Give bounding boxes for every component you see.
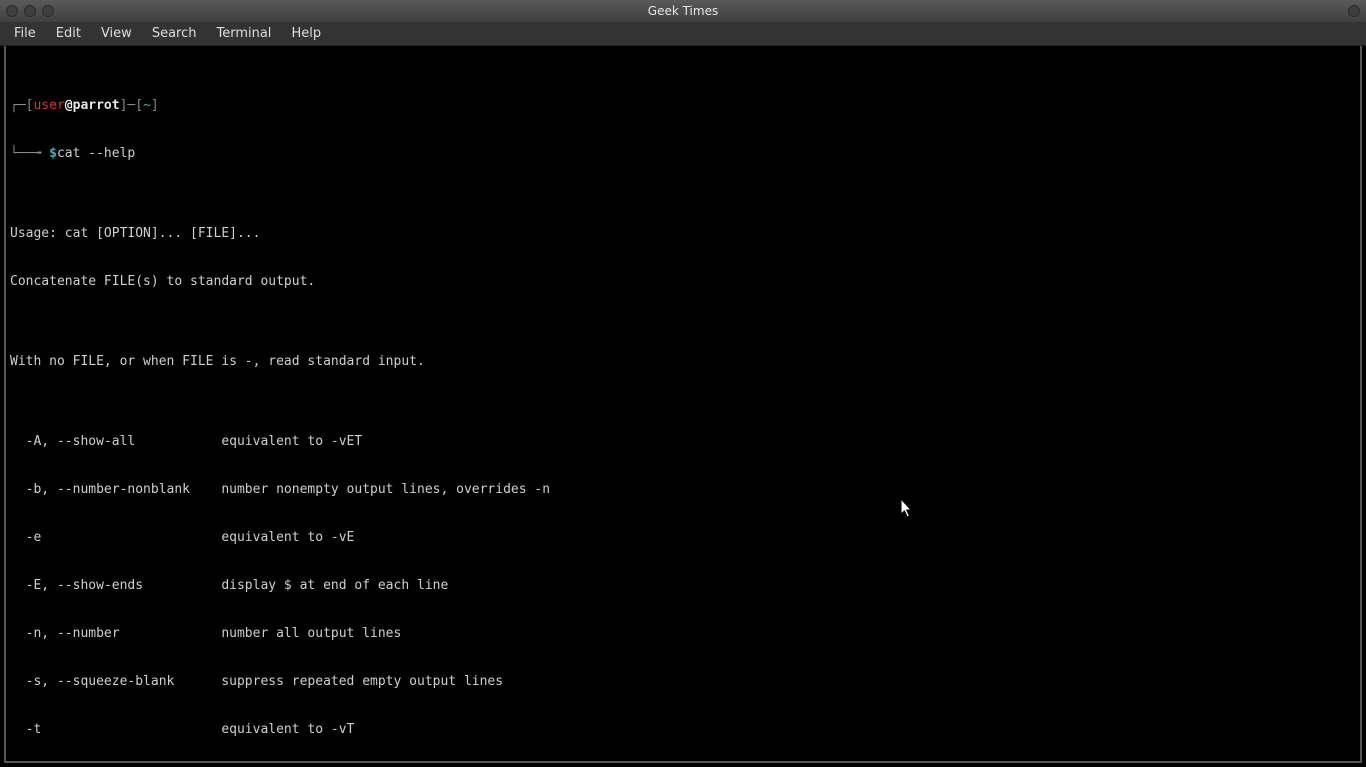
prompt-line-1: ┌─[user@parrot]─[~] [10, 98, 1356, 114]
output-line: -t equivalent to -vT [10, 722, 1356, 738]
window-minimize-button[interactable] [24, 5, 36, 17]
terminal-window: Geek Times File Edit View Search Termina… [0, 0, 1366, 767]
menu-view[interactable]: View [91, 24, 142, 43]
window-buttons-left [0, 5, 54, 17]
menu-edit[interactable]: Edit [46, 24, 91, 43]
prompt-at-1: @ [65, 98, 73, 113]
prompt-arrow-1: └──╼ [10, 146, 49, 161]
output-line: -s, --squeeze-blank suppress repeated em… [10, 674, 1356, 690]
mouse-cursor-icon [900, 498, 916, 520]
menu-terminal[interactable]: Terminal [206, 24, 281, 43]
prompt-user-1: user [33, 98, 64, 113]
prompt-line-2: └──╼ $cat --help [10, 146, 1356, 162]
menu-file[interactable]: File [4, 24, 46, 43]
output-line: -A, --show-all equivalent to -vET [10, 434, 1356, 450]
window-title: Geek Times [0, 4, 1366, 18]
prompt-bracket-end-1: ] [151, 98, 159, 113]
output-line: -E, --show-ends display $ at end of each… [10, 578, 1356, 594]
window-extra-button[interactable] [1348, 5, 1360, 17]
output-line: With no FILE, or when FILE is -, read st… [10, 354, 1356, 370]
titlebar[interactable]: Geek Times [0, 0, 1366, 22]
prompt-bracket-mid-1: ]─[ [120, 98, 143, 113]
window-maximize-button[interactable] [42, 5, 54, 17]
prompt-cwd-1: ~ [143, 98, 151, 113]
menu-search[interactable]: Search [142, 24, 207, 43]
output-line: -n, --number number all output lines [10, 626, 1356, 642]
window-close-button[interactable] [6, 5, 18, 17]
prompt-dollar-1: $ [49, 146, 57, 161]
output-line: -b, --number-nonblank number nonempty ou… [10, 482, 1356, 498]
output-line: Concatenate FILE(s) to standard output. [10, 274, 1356, 290]
menu-help[interactable]: Help [281, 24, 331, 43]
prompt-bracket-open-1: ┌─[ [10, 98, 33, 113]
terminal-viewport[interactable]: ┌─[user@parrot]─[~] └──╼ $cat --help Usa… [4, 46, 1362, 763]
output-line: -e equivalent to -vE [10, 530, 1356, 546]
window-buttons-right [1348, 5, 1360, 17]
prompt-host-1: parrot [73, 98, 120, 113]
menubar: File Edit View Search Terminal Help [0, 22, 1366, 46]
command-text: cat --help [57, 146, 135, 161]
output-line: Usage: cat [OPTION]... [FILE]... [10, 226, 1356, 242]
